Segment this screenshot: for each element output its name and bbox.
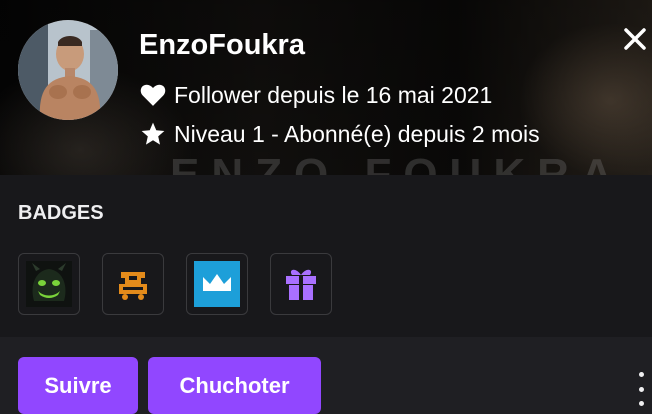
username: EnzoFoukra <box>139 29 305 61</box>
cart-icon <box>119 272 147 300</box>
more-vertical-icon <box>638 372 644 377</box>
close-icon <box>624 28 646 50</box>
green-creature-icon <box>26 261 72 307</box>
subscription-info: Niveau 1 - Abonné(e) depuis 2 mois <box>140 120 540 148</box>
crown-icon <box>194 261 240 307</box>
banner-watermark: ENZO FOUKRA <box>170 150 625 175</box>
follow-date-text: Follower depuis le 16 mai 2021 <box>174 81 493 108</box>
avatar-image <box>18 20 118 120</box>
follow-button[interactable]: Suivre <box>18 357 138 414</box>
follow-info: Follower depuis le 16 mai 2021 <box>140 81 492 109</box>
badge-purple-gift[interactable] <box>270 253 332 315</box>
whisper-button[interactable]: Chuchoter <box>148 357 321 414</box>
more-options-button[interactable] <box>634 372 648 406</box>
badges-heading: BADGES <box>18 202 104 224</box>
badge-orange-cart[interactable] <box>102 253 164 315</box>
avatar[interactable] <box>18 20 118 120</box>
gift-icon <box>286 269 316 300</box>
heart-icon <box>140 81 174 109</box>
badge-green-creature[interactable] <box>18 253 80 315</box>
star-icon <box>140 120 174 148</box>
badge-blue-crown[interactable] <box>186 253 248 315</box>
subscription-text: Niveau 1 - Abonné(e) depuis 2 mois <box>174 120 540 147</box>
close-button[interactable] <box>620 24 650 54</box>
